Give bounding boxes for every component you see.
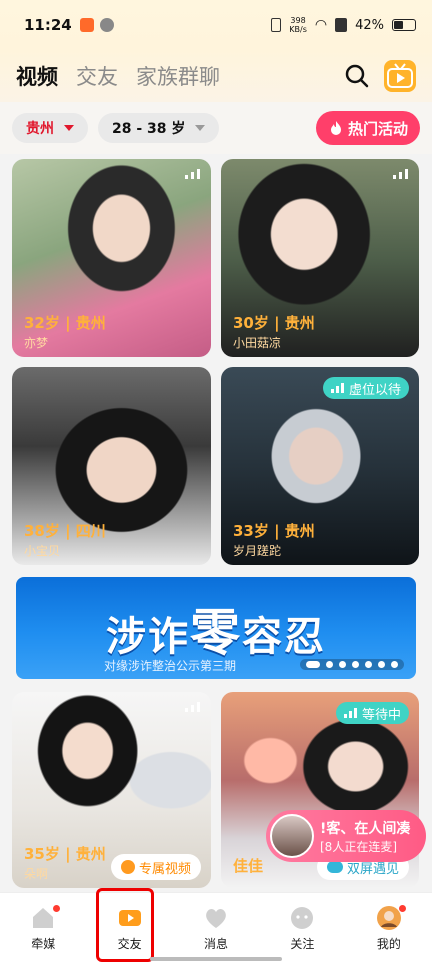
battery-percent: 42% (355, 17, 384, 33)
sim-icon (335, 18, 348, 32)
status-badge-label: 等待中 (361, 707, 401, 723)
banner-title: 涉诈零容忍 (16, 593, 416, 665)
age-location: 33岁 | 贵州 (233, 522, 315, 540)
net-speed-value: 398 (290, 16, 306, 25)
age-location: 32岁 | 贵州 (24, 314, 106, 332)
notification-dot (398, 905, 406, 912)
chat-bubble-icon (326, 861, 343, 873)
live-host-avatar (270, 814, 314, 858)
carousel-dot (378, 661, 385, 668)
net-speed-unit: KB/s (289, 25, 307, 34)
nav-label: 牵媒 (31, 937, 56, 951)
avatar-icon (376, 905, 406, 931)
video-icon (120, 860, 135, 874)
net-speed: 398 KB/s (289, 16, 307, 34)
display-name: 佳佳 (233, 857, 264, 875)
chat-notification-icon (99, 18, 114, 32)
nickname: 岁月蹉跎 (233, 544, 282, 558)
anti-fraud-banner[interactable]: 涉诈零容忍 对缘涉诈整治公示第三期 (16, 577, 416, 679)
follow-face-icon (289, 905, 315, 931)
nickname: 小宝贝 (24, 544, 61, 558)
nav-item-messages[interactable]: 消息 (173, 893, 259, 964)
status-badge: 等待中 (335, 702, 409, 724)
carousel-dot (352, 661, 359, 668)
home-indicator[interactable] (150, 957, 282, 961)
age-filter[interactable]: 28 - 38 岁 (98, 113, 220, 143)
age-location: 30岁 | 贵州 (233, 314, 315, 332)
banner-subtitle: 对缘涉诈整治公示第三期 (104, 659, 237, 673)
top-tab-bar: 视频 交友 家族群聊 (0, 50, 432, 102)
app-notification-icon (79, 18, 94, 32)
battery-icon (392, 19, 416, 31)
city-filter-label: 贵州 (26, 121, 54, 137)
nickname: 亦梦 (24, 336, 49, 350)
live-room-count: [8人正在连麦] (320, 840, 397, 854)
carousel-dot (391, 661, 398, 668)
carousel-dot (306, 661, 320, 668)
age-location: 35岁 | 贵州 (24, 845, 106, 863)
notification-dot (53, 905, 61, 912)
profile-card[interactable]: 虚位以待 33岁 | 贵州 岁月蹉跎 (221, 367, 419, 565)
nav-item-matchmaker[interactable]: 牵媒 (0, 893, 86, 964)
signal-icon (343, 708, 357, 718)
status-badge-label: 虚位以待 (348, 382, 401, 398)
bottom-nav: 牵媒 交友 消息 关注 我的 (0, 892, 432, 964)
status-bar: 11:24 398 KB/s ◠ 42% (0, 0, 432, 50)
tab-video[interactable]: 视频 (16, 61, 58, 91)
tab-friends[interactable]: 交友 (76, 61, 118, 91)
matchmaker-icon (30, 905, 61, 931)
nav-label: 消息 (204, 937, 229, 951)
hot-activity-label: 热门活动 (347, 119, 408, 138)
heart-message-icon (203, 905, 229, 931)
signal-icon (185, 702, 200, 712)
signal-icon (330, 383, 344, 393)
age-location: 38岁 | 四川 (24, 522, 106, 540)
status-time: 11:24 (24, 16, 72, 34)
chevron-down-icon (195, 125, 206, 131)
profile-card[interactable]: 30岁 | 贵州 小田菇凉 (221, 159, 419, 357)
live-room-popup[interactable]: !客、在人间凑 [8人正在连麦] (266, 810, 426, 862)
search-icon[interactable] (344, 63, 370, 89)
carousel-dot (339, 661, 346, 668)
profile-card[interactable]: 32岁 | 贵州 亦梦 (12, 159, 211, 357)
city-filter[interactable]: 贵州 (12, 113, 88, 143)
status-badge: 虚位以待 (322, 377, 409, 399)
nav-label: 关注 (290, 937, 315, 951)
banner-title-highlight: 零 (190, 604, 242, 662)
hot-activity-button[interactable]: 热门活动 (315, 111, 420, 145)
carousel-dot (326, 661, 333, 668)
exclusive-video-tag[interactable]: 专属视频 (110, 854, 201, 880)
carousel-dot (365, 661, 372, 668)
profile-card[interactable]: 35岁 | 贵州 朵啊 专属视频 (12, 692, 211, 888)
banner-title-part: 容忍 (242, 614, 326, 660)
nickname: 小田菇凉 (233, 336, 282, 350)
nickname: 朵啊 (24, 867, 49, 881)
carousel-indicator (300, 659, 404, 670)
nav-item-follow[interactable]: 关注 (259, 893, 345, 964)
age-filter-label: 28 - 38 岁 (112, 121, 186, 137)
banner-title-part: 涉诈 (106, 614, 190, 660)
wifi-icon: ◠ (314, 17, 328, 33)
profile-card[interactable]: 38岁 | 四川 小宝贝 (12, 367, 211, 565)
tv-icon[interactable] (384, 60, 416, 92)
nav-item-profile[interactable]: 我的 (346, 893, 432, 964)
nav-label: 我的 (376, 937, 401, 951)
filter-bar: 贵州 28 - 38 岁 热门活动 (0, 102, 432, 154)
tab-family-group[interactable]: 家族群聊 (136, 61, 220, 91)
exclusive-video-label: 专属视频 (138, 861, 191, 877)
highlight-box (96, 888, 154, 962)
signal-icon (393, 169, 408, 179)
vibrate-icon (271, 18, 282, 32)
signal-icon (185, 169, 200, 179)
chevron-down-icon (64, 125, 74, 131)
flame-icon (330, 121, 341, 135)
live-room-name: !客、在人间凑 (320, 821, 411, 837)
